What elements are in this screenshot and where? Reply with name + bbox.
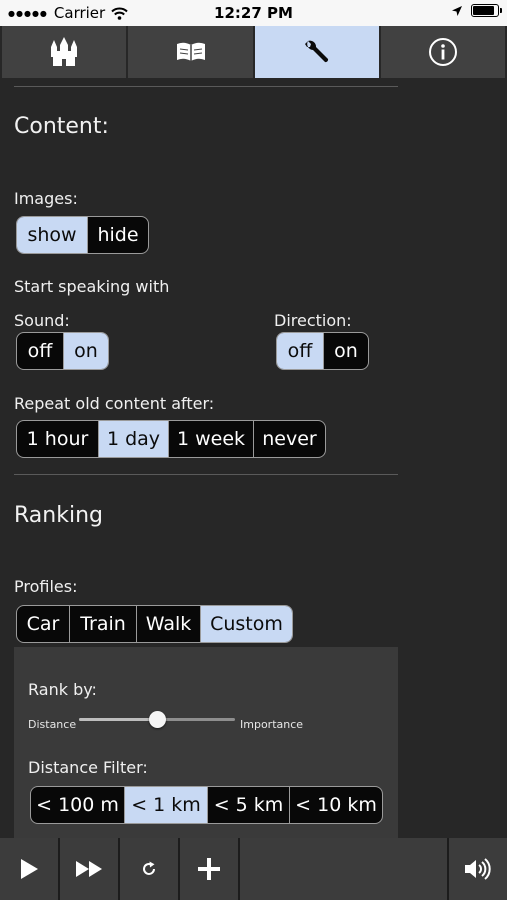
profile-option-walk[interactable]: Walk — [136, 606, 200, 642]
fast-forward-button[interactable] — [60, 838, 118, 900]
volume-button[interactable] — [449, 838, 507, 900]
sound-segmented-control: off on — [16, 332, 109, 370]
divider-ranking — [14, 474, 398, 475]
tab-book[interactable] — [128, 26, 253, 78]
ranking-heading: Ranking — [14, 503, 103, 528]
images-label: Images: — [14, 189, 78, 208]
distance-option-10km[interactable]: < 10 km — [289, 787, 382, 823]
profile-option-car[interactable]: Car — [17, 606, 69, 642]
tab-settings[interactable] — [255, 26, 379, 78]
info-icon — [429, 38, 457, 66]
direction-label: Direction: — [274, 311, 352, 330]
distance-option-1km[interactable]: < 1 km — [124, 787, 207, 823]
profiles-segmented-control: Car Train Walk Custom — [16, 605, 293, 643]
refresh-button[interactable] — [120, 838, 178, 900]
repeat-label: Repeat old content after: — [14, 394, 215, 413]
start-speaking-label: Start speaking with — [14, 277, 170, 296]
distance-filter-segmented-control: < 100 m < 1 km < 5 km < 10 km — [30, 786, 383, 824]
tab-info[interactable] — [381, 26, 505, 78]
rank-by-label: Rank by: — [28, 680, 97, 699]
profile-option-train[interactable]: Train — [69, 606, 136, 642]
status-time: 12:27 PM — [214, 4, 293, 22]
distance-option-5km[interactable]: < 5 km — [207, 787, 289, 823]
direction-segmented-control: off on — [276, 332, 369, 370]
images-segmented-control: show hide — [16, 216, 149, 254]
profiles-label: Profiles: — [14, 577, 78, 596]
repeat-option-1-hour[interactable]: 1 hour — [17, 421, 98, 457]
battery-fill — [473, 6, 494, 15]
rank-slider-thumb[interactable] — [149, 711, 166, 728]
castle-icon — [51, 37, 77, 66]
top-tab-bar — [0, 26, 507, 78]
slider-max-label: Importance — [240, 718, 304, 731]
distance-option-100m[interactable]: < 100 m — [31, 787, 124, 823]
wrench-icon — [305, 40, 329, 63]
repeat-segmented-control: 1 hour 1 day 1 week never — [16, 420, 326, 458]
toolbar-spacer — [240, 838, 447, 900]
play-icon — [21, 859, 38, 879]
divider-top — [14, 86, 398, 87]
content-heading: Content: — [14, 114, 109, 139]
slider-min-label: Distance — [28, 718, 77, 731]
rank-slider-fill — [79, 718, 157, 721]
sound-option-off[interactable]: off — [17, 333, 63, 369]
book-icon — [176, 42, 205, 61]
status-right — [451, 4, 502, 17]
location-arrow-icon — [452, 5, 462, 16]
fast-forward-icon — [76, 861, 102, 877]
repeat-option-1-week[interactable]: 1 week — [168, 421, 253, 457]
plus-icon — [198, 858, 220, 880]
sound-option-on[interactable]: on — [63, 333, 108, 369]
tab-castle[interactable] — [2, 26, 126, 78]
bottom-toolbar — [0, 838, 507, 900]
direction-option-off[interactable]: off — [277, 333, 323, 369]
status-bar: ●●●●● Carrier 12:27 PM — [0, 0, 507, 26]
repeat-option-never[interactable]: never — [253, 421, 325, 457]
profile-option-custom[interactable]: Custom — [200, 606, 292, 642]
add-button[interactable] — [180, 838, 238, 900]
play-button[interactable] — [0, 838, 58, 900]
repeat-option-1-day[interactable]: 1 day — [98, 421, 168, 457]
distance-filter-label: Distance Filter: — [28, 758, 148, 777]
images-option-hide[interactable]: hide — [87, 217, 148, 253]
volume-icon — [465, 858, 491, 880]
refresh-icon — [143, 861, 155, 875]
battery-icon — [471, 4, 502, 17]
images-option-show[interactable]: show — [17, 217, 87, 253]
sound-label: Sound: — [14, 311, 70, 330]
direction-option-on[interactable]: on — [323, 333, 368, 369]
